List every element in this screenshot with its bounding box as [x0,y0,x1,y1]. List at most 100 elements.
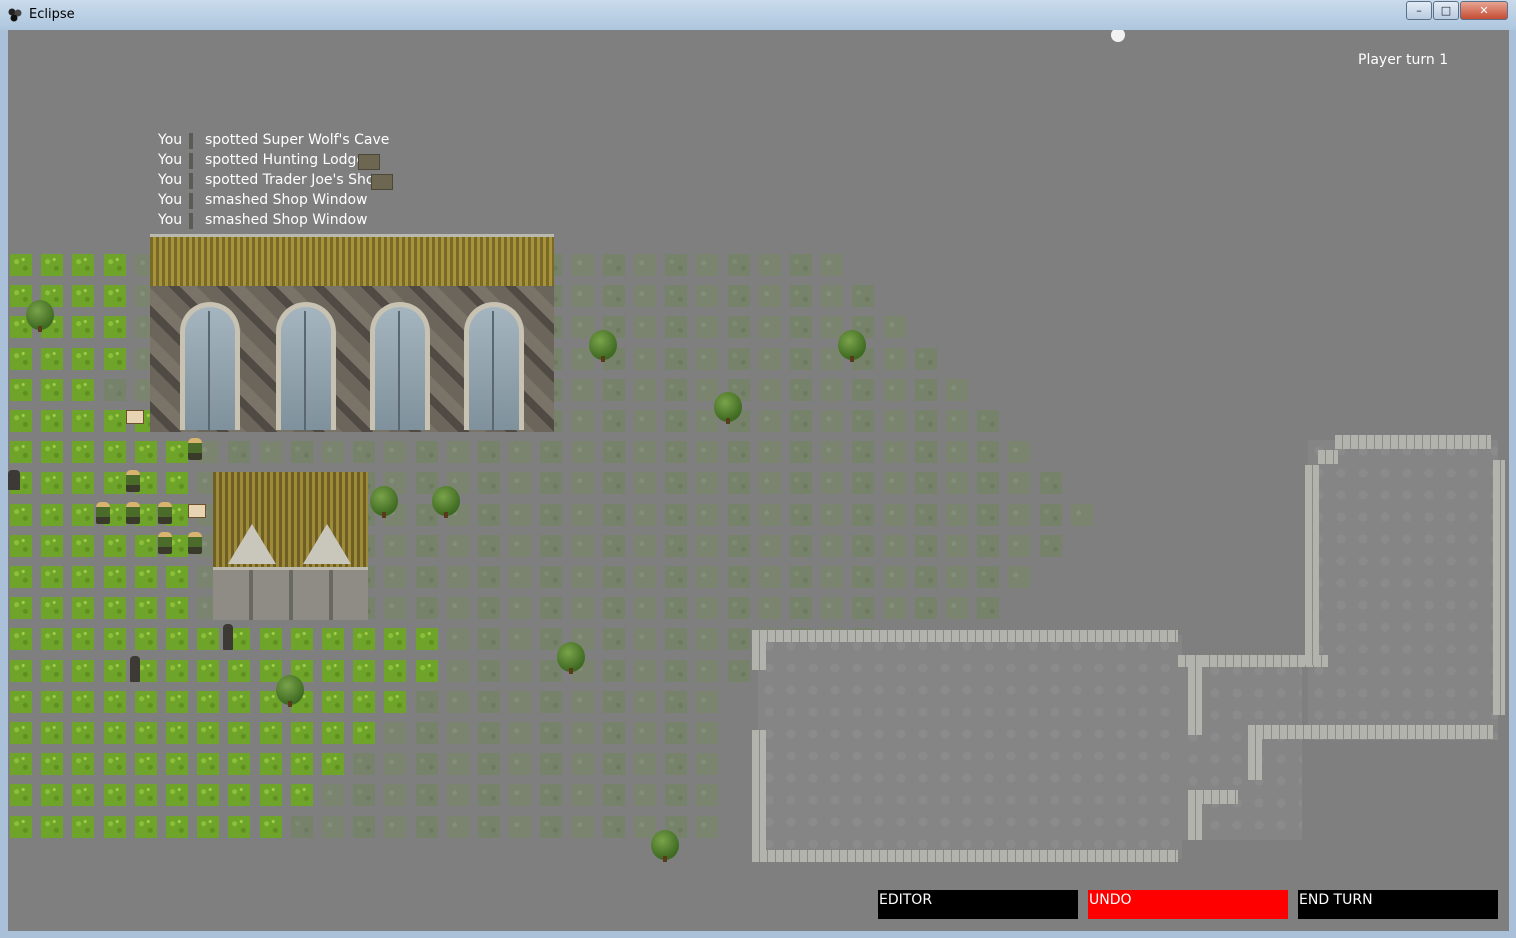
fogged-tile[interactable] [634,597,656,620]
grass-tile[interactable] [41,690,64,713]
fogged-tile[interactable] [384,753,407,776]
fogged-tile[interactable] [353,441,376,464]
fogged-tile[interactable] [540,441,563,464]
grass-tile[interactable] [103,441,126,464]
grass-tile[interactable] [228,784,251,807]
fogged-tile[interactable] [571,410,594,432]
fogged-tile[interactable] [883,410,906,432]
fogged-tile[interactable] [696,815,719,838]
fogged-tile[interactable] [478,659,500,682]
grass-tile[interactable] [197,815,220,838]
end-turn-button[interactable]: END TURN [1298,890,1498,919]
wolf-creature[interactable] [130,656,140,682]
grass-tile[interactable] [41,254,64,276]
grass-tile[interactable] [41,628,64,651]
fogged-tile[interactable] [446,815,469,838]
grass-tile[interactable] [41,441,64,464]
fogged-tile[interactable] [821,378,844,401]
grass-tile[interactable] [41,597,64,620]
fogged-tile[interactable] [665,410,688,432]
grass-tile[interactable] [166,597,188,620]
fogged-tile[interactable] [696,472,719,495]
grass-tile[interactable] [103,784,126,807]
fogged-tile[interactable] [478,722,500,744]
fogged-tile[interactable] [509,722,532,744]
fogged-tile[interactable] [727,566,750,588]
fogged-tile[interactable] [571,722,594,744]
fogged-tile[interactable] [883,597,906,620]
fogged-tile[interactable] [852,534,875,557]
fogged-tile[interactable] [415,441,438,464]
shop-window[interactable] [464,302,524,431]
grass-tile[interactable] [197,784,220,807]
grass-tile[interactable] [103,534,126,557]
grass-tile[interactable] [166,753,188,776]
fogged-tile[interactable] [790,566,812,588]
grass-tile[interactable] [10,784,32,807]
fogged-tile[interactable] [665,503,688,526]
fogged-tile[interactable] [571,566,594,588]
sign-icon[interactable] [188,504,206,518]
grass-tile[interactable] [72,347,95,370]
fogged-tile[interactable] [821,534,844,557]
fogged-tile[interactable] [883,316,906,339]
fogged-tile[interactable] [821,503,844,526]
fogged-tile[interactable] [509,815,532,838]
fogged-tile[interactable] [727,285,750,308]
grass-tile[interactable] [10,815,32,838]
grass-tile[interactable] [10,441,32,464]
fogged-tile[interactable] [571,534,594,557]
fogged-tile[interactable] [946,472,968,495]
grass-tile[interactable] [322,753,344,776]
fogged-tile[interactable] [602,815,625,838]
fogged-tile[interactable] [790,472,812,495]
grass-tile[interactable] [72,472,95,495]
fogged-tile[interactable] [758,597,781,620]
fogged-tile[interactable] [914,378,937,401]
grass-tile[interactable] [41,472,64,495]
fogged-tile[interactable] [665,784,688,807]
fogged-tile[interactable] [790,503,812,526]
grass-tile[interactable] [259,628,282,651]
fogged-tile[interactable] [540,534,563,557]
fogged-tile[interactable] [1008,472,1031,495]
grass-tile[interactable] [103,254,126,276]
fogged-tile[interactable] [509,534,532,557]
fogged-tile[interactable] [571,597,594,620]
fogged-tile[interactable] [946,503,968,526]
grass-tile[interactable] [197,690,220,713]
fogged-tile[interactable] [914,441,937,464]
hunting-lodge[interactable] [213,472,368,620]
grass-tile[interactable] [10,254,32,276]
fogged-tile[interactable] [977,534,1000,557]
fogged-tile[interactable] [509,441,532,464]
soldier-unit[interactable] [126,470,140,492]
grass-tile[interactable] [259,659,282,682]
grass-tile[interactable] [103,316,126,339]
unknown-unit[interactable] [8,470,20,490]
fogged-tile[interactable] [790,285,812,308]
grass-tile[interactable] [322,628,344,651]
fogged-tile[interactable] [696,566,719,588]
grass-tile[interactable] [415,628,438,651]
fogged-tile[interactable] [696,690,719,713]
fogged-tile[interactable] [758,285,781,308]
fogged-tile[interactable] [758,410,781,432]
grass-tile[interactable] [10,410,32,432]
grass-tile[interactable] [134,815,157,838]
fogged-tile[interactable] [977,441,1000,464]
fogged-tile[interactable] [509,503,532,526]
fogged-tile[interactable] [727,316,750,339]
fogged-tile[interactable] [571,784,594,807]
fogged-tile[interactable] [946,566,968,588]
grass-tile[interactable] [134,534,157,557]
grass-tile[interactable] [134,690,157,713]
fogged-tile[interactable] [571,254,594,276]
soldier-unit[interactable] [188,438,202,460]
grass-tile[interactable] [41,659,64,682]
fogged-tile[interactable] [634,690,656,713]
fogged-tile[interactable] [790,378,812,401]
fogged-tile[interactable] [977,410,1000,432]
fogged-tile[interactable] [384,566,407,588]
fogged-tile[interactable] [571,503,594,526]
